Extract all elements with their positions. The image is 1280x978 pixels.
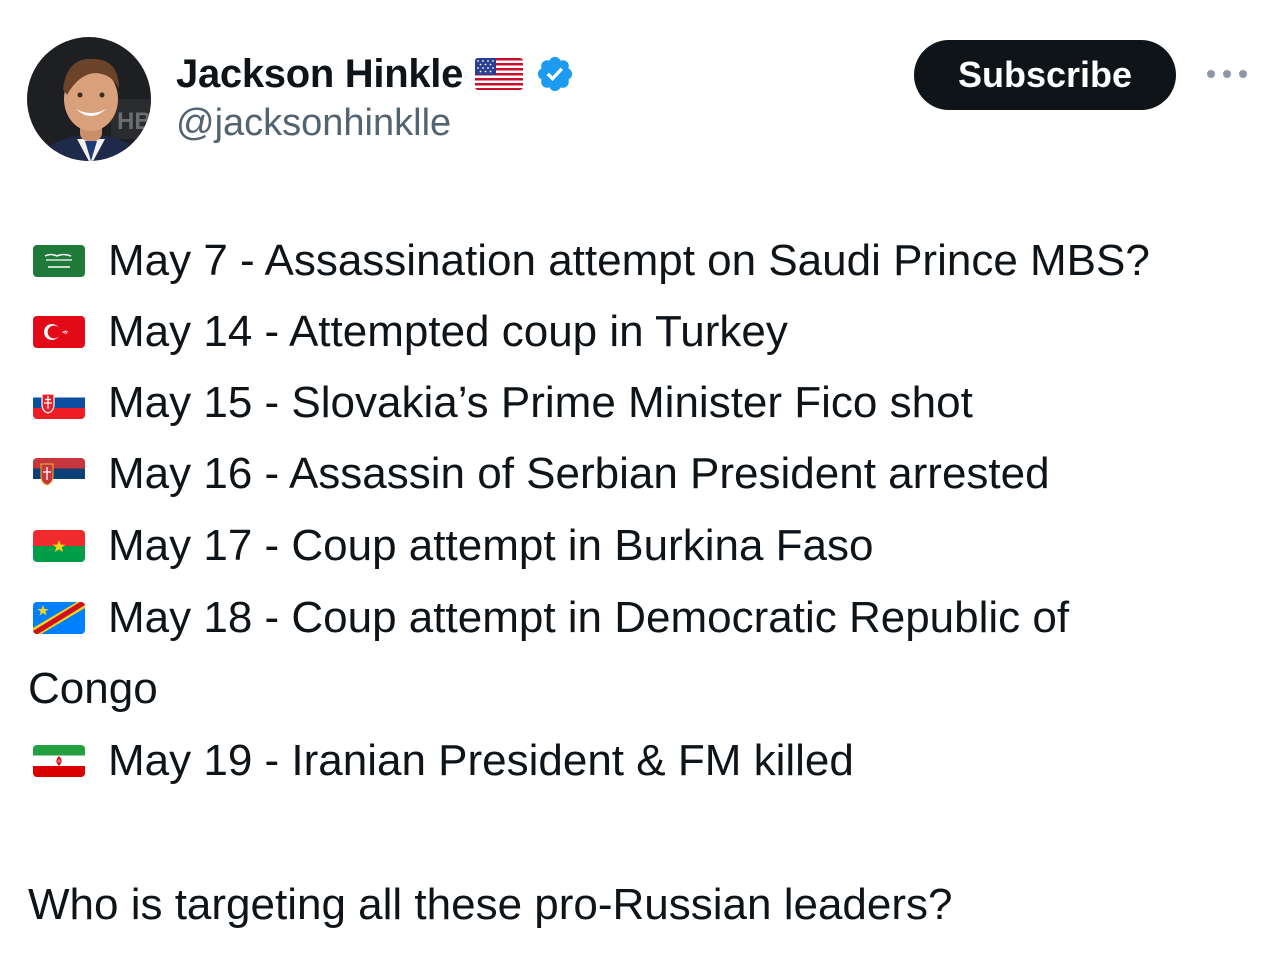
entry-text: May 7 - Assassination attempt on Saudi P… [108,236,1150,285]
entry-text: May 16 - Assassin of Serbian President a… [108,449,1050,498]
author-handle[interactable]: @jacksonhinklle [176,102,451,145]
closing-question: Who is targeting all these pro-Russian l… [28,880,953,929]
turkey-flag-icon [33,316,85,348]
burkina-faso-flag-icon [33,530,85,562]
entry-text: May 14 - Attempted coup in Turkey [108,307,788,356]
saudi-arabia-flag-icon [33,245,85,277]
slovakia-flag-icon [33,387,85,419]
subscribe-button[interactable]: Subscribe [914,40,1176,110]
entry-text: May 18 - Coup attempt in Democratic Repu… [108,593,1070,642]
entry-text-continuation: Congo [28,664,158,713]
tweet-header: HB Jackson Hinkle @jacksonhinklle Subscr… [0,0,1280,170]
author-name-row: Jackson Hinkle [176,48,575,100]
dr-congo-flag-icon [33,602,85,634]
verified-badge-icon[interactable] [535,54,575,94]
us-flag-icon [475,58,524,90]
entry-text: May 15 - Slovakia’s Prime Minister Fico … [108,378,973,427]
iran-flag-icon [33,745,85,777]
avatar[interactable]: HB [27,37,151,161]
entry-text: May 19 - Iranian President & FM killed [108,736,854,785]
entry-text: May 17 - Coup attempt in Burkina Faso [108,521,874,570]
more-options-icon[interactable] [1204,64,1250,84]
author-name[interactable]: Jackson Hinkle [176,52,463,97]
avatar-backdrop-text: HB [117,108,151,135]
serbia-flag-icon [33,458,85,490]
